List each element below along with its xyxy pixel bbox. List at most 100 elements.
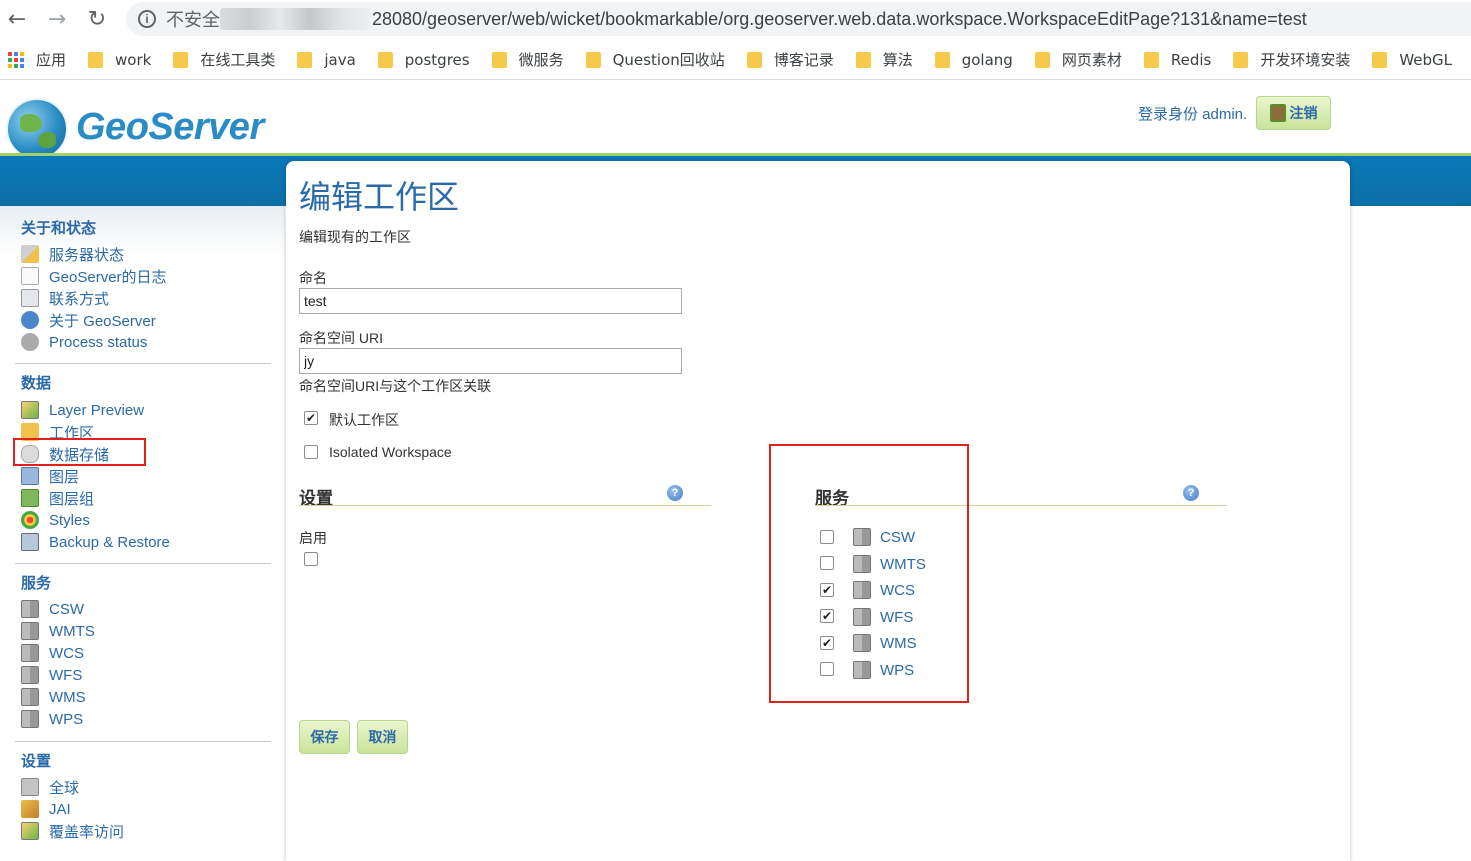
sidebar-item-server-status[interactable]: 服务器状态 <box>21 243 124 265</box>
sidebar-item-layer-preview[interactable]: Layer Preview <box>21 399 144 421</box>
sidebar-divider <box>15 741 271 742</box>
folder-icon <box>934 51 950 68</box>
forward-arrow-icon[interactable]: → <box>42 4 72 34</box>
bookmark-folder[interactable]: 算法 <box>855 49 913 70</box>
folder-icon <box>377 51 393 68</box>
namespace-uri-input[interactable] <box>299 348 682 374</box>
sidebar-item-label: WMTS <box>49 622 95 640</box>
sidebar-item-contact[interactable]: 联系方式 <box>21 287 109 309</box>
sidebar-item-label: GeoServer的日志 <box>49 268 167 286</box>
bookmark-label: Question回收站 <box>612 51 725 69</box>
sidebar-item-label: Process status <box>49 333 148 351</box>
default-workspace-label: 默认工作区 <box>329 412 399 428</box>
bookmark-folder[interactable]: work <box>88 51 151 69</box>
apps-grid-icon <box>8 51 24 68</box>
bookmark-label: 在线工具类 <box>200 51 276 69</box>
sidebar-item-label: 图层 <box>49 468 80 486</box>
logout-label: 注销 <box>1289 105 1318 121</box>
bookmark-folder[interactable]: java <box>297 51 356 69</box>
sidebar-item-layer-groups[interactable]: 图层组 <box>21 487 94 509</box>
layer-icon <box>21 467 39 485</box>
sidebar-item-process-status[interactable]: Process status <box>21 331 147 353</box>
bookmark-folder[interactable]: golang <box>934 50 1013 69</box>
bookmark-folder[interactable]: 在线工具类 <box>173 49 275 70</box>
folder-icon <box>585 51 601 68</box>
sidebar-item-about[interactable]: 关于 GeoServer <box>21 309 156 331</box>
settings-help-icon[interactable]: ? <box>667 485 683 501</box>
server-status-icon <box>21 245 39 263</box>
bookmark-label: work <box>115 50 152 69</box>
geoserver-globe-icon[interactable] <box>6 98 68 160</box>
sidebar-item-jai[interactable]: JAI <box>21 798 71 820</box>
bookmark-folder[interactable]: Question回收站 <box>585 49 725 70</box>
sidebar-item-wfs[interactable]: WFS <box>21 664 82 686</box>
server-icon <box>21 666 39 684</box>
sidebar-item-label: 联系方式 <box>49 290 110 308</box>
isolated-workspace-checkbox[interactable] <box>304 445 318 459</box>
sidebar-item-label: WCS <box>49 644 84 662</box>
sidebar-item-label: 全球 <box>49 779 80 797</box>
sidebar-item-logs[interactable]: GeoServer的日志 <box>21 265 167 287</box>
sidebar-item-coverage-access[interactable]: 覆盖率访问 <box>21 820 124 842</box>
sidebar-item-styles[interactable]: Styles <box>21 509 90 531</box>
site-info-icon[interactable]: i <box>138 10 156 28</box>
bookmark-label: 应用 <box>36 51 67 69</box>
bookmark-folder[interactable]: Redis <box>1143 51 1211 69</box>
sidebar-item-backup-restore[interactable]: Backup & Restore <box>21 531 170 553</box>
sidebar-section-data: 数据 <box>21 375 52 392</box>
insecure-label: 不安全 <box>166 10 220 30</box>
bookmarks-bar: 应用 work 在线工具类 java postgres 微服务 Question… <box>0 40 1471 80</box>
settings-enable-label: 启用 <box>299 530 327 546</box>
layer-group-icon <box>21 489 39 507</box>
save-button[interactable]: 保存 <box>299 720 350 754</box>
sidebar-item-layers[interactable]: 图层 <box>21 465 79 487</box>
page-title: 编辑工作区 <box>299 179 460 215</box>
name-input[interactable] <box>299 288 682 314</box>
sidebar-section-about: 关于和状态 <box>21 220 97 237</box>
global-settings-icon <box>21 778 39 796</box>
sidebar-item-label: WPS <box>49 710 84 728</box>
sidebar-item-wmts[interactable]: WMTS <box>21 620 95 642</box>
bookmark-folder[interactable]: WebGL <box>1372 51 1452 69</box>
cancel-button[interactable]: 取消 <box>357 720 408 754</box>
sidebar-item-label: 覆盖率访问 <box>49 823 125 841</box>
bookmark-folder[interactable]: 博客记录 <box>746 49 834 70</box>
isolated-workspace-label: Isolated Workspace <box>329 444 452 460</box>
folder-icon <box>855 51 871 68</box>
server-icon <box>21 600 39 618</box>
sidebar-item-wcs[interactable]: WCS <box>21 642 84 664</box>
sidebar-item-global[interactable]: 全球 <box>21 776 79 798</box>
bookmark-folder[interactable]: 网页素材 <box>1034 49 1122 70</box>
folder-icon <box>297 51 313 68</box>
folder-icon <box>88 51 104 68</box>
bookmark-apps[interactable]: 应用 <box>8 49 66 70</box>
settings-enable-checkbox[interactable] <box>304 552 318 566</box>
sidebar-item-wps[interactable]: WPS <box>21 708 83 730</box>
log-document-icon <box>21 267 39 285</box>
back-arrow-icon[interactable]: ← <box>2 4 32 34</box>
sidebar-item-csw[interactable]: CSW <box>21 598 84 620</box>
reload-icon[interactable]: ↻ <box>82 4 112 34</box>
about-info-icon <box>21 311 39 329</box>
sidebar-item-label: WMS <box>49 688 86 706</box>
sidebar-divider <box>15 363 271 364</box>
bookmark-label: WebGL <box>1399 50 1453 69</box>
address-bar[interactable]: i 不安全 28080/geoserver/web/wicket/bookmar… <box>126 2 1471 36</box>
sidebar-item-label: 服务器状态 <box>49 246 125 264</box>
bookmark-folder[interactable]: 开发环境安装 <box>1233 49 1350 70</box>
palette-icon <box>21 511 39 529</box>
geoserver-logo-text[interactable]: GeoServer <box>76 106 264 149</box>
services-help-icon[interactable]: ? <box>1183 485 1199 501</box>
gear-icon <box>21 333 39 351</box>
logout-button[interactable]: 注销 <box>1256 96 1331 130</box>
bookmark-folder[interactable]: 微服务 <box>491 49 564 70</box>
bookmark-folder[interactable]: postgres <box>377 51 470 69</box>
folder-icon <box>173 51 189 68</box>
highlight-box-services <box>769 444 969 703</box>
default-workspace-checkbox[interactable]: ✔ <box>304 411 318 425</box>
bookmark-label: golang <box>961 50 1013 69</box>
address-url: 28080/geoserver/web/wicket/bookmarkable/… <box>372 8 1307 29</box>
server-icon <box>21 622 39 640</box>
sidebar-item-wms[interactable]: WMS <box>21 686 86 708</box>
blurred-host <box>220 8 370 30</box>
